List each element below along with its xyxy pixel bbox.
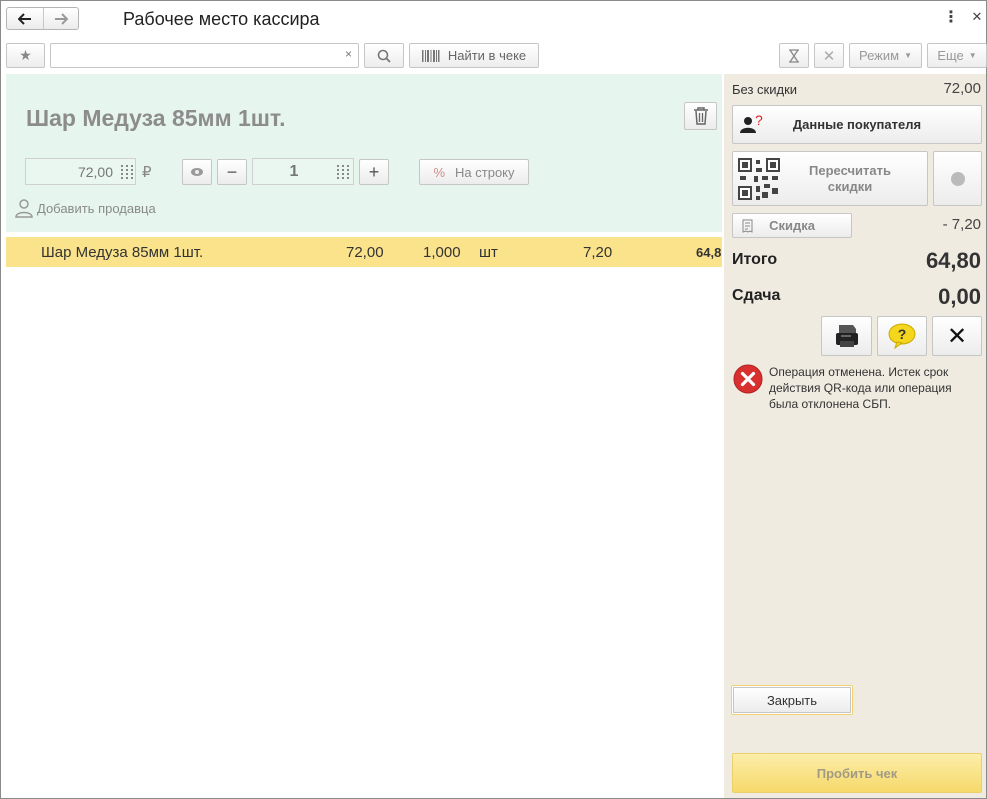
help-button[interactable]: ? — [877, 316, 927, 356]
row-discount: 7,20 — [583, 244, 613, 261]
trash-icon — [693, 107, 708, 125]
find-in-receipt-label: Найти в чеке — [447, 48, 527, 63]
close-label: Закрыть — [733, 687, 851, 713]
row-qty: 1,000 — [423, 244, 461, 261]
cross-icon: ✕ — [822, 47, 836, 65]
search-field[interactable]: × — [50, 43, 359, 68]
apply-to-row-label: На строку — [455, 164, 515, 180]
error-message: Операция отменена. Истек срок действия Q… — [769, 365, 952, 411]
discount-label: Скидка — [769, 218, 815, 233]
calculator-icon[interactable] — [118, 163, 136, 181]
plus-icon: + — [368, 161, 380, 182]
hourglass-icon — [789, 48, 799, 63]
punch-receipt-button[interactable]: Пробить чек — [732, 753, 982, 793]
price-value: 72,00 — [77, 163, 113, 180]
title-bar: Рабочее место кассира ⋮ ✕ — [1, 1, 986, 37]
find-in-receipt-button[interactable]: Найти в чеке — [409, 43, 539, 68]
without-discount-label: Без скидки — [732, 82, 798, 97]
print-button[interactable] — [821, 316, 872, 356]
change-label: Сдача — [732, 287, 781, 304]
favorites-button[interactable]: ★ — [6, 43, 45, 68]
punch-receipt-label: Пробить чек — [816, 765, 898, 781]
qr-code-icon — [738, 158, 780, 200]
customer-data-button[interactable]: ? Данные покупателя — [732, 105, 982, 144]
total-label: Итого — [732, 251, 778, 268]
row-unit: шт — [479, 244, 498, 261]
chevron-down-icon: ▼ — [904, 51, 912, 60]
cancel-receipt-button[interactable]: ✕ — [932, 316, 982, 356]
total-value: 64,80 — [925, 248, 981, 273]
close-x-icon: ✕ — [946, 322, 968, 350]
without-discount-value: 72,00 — [943, 80, 981, 97]
add-seller-link[interactable]: Добавить продавца — [14, 198, 156, 218]
arrow-right-icon — [54, 12, 68, 25]
decrease-qty-button[interactable]: − — [217, 159, 247, 185]
current-item-panel: Шар Медуза 85мм 1шт. 72,00 ₽ − 1 + % На … — [6, 74, 722, 232]
more-vert-icon[interactable]: ⋮ — [943, 10, 959, 26]
hourglass-button[interactable] — [779, 43, 809, 68]
barcode-icon — [421, 49, 440, 62]
forward-button[interactable] — [42, 8, 79, 29]
recalc-discounts-label: Пересчитать скидки — [809, 162, 891, 194]
summary-panel: Без скидки 72,00 ? Данные покупателя Пер… — [724, 74, 986, 798]
star-icon: ★ — [19, 47, 32, 63]
row-price: 72,00 — [346, 244, 384, 261]
increase-qty-button[interactable]: + — [359, 159, 389, 185]
back-button[interactable] — [7, 8, 43, 29]
window-title: Рабочее место кассира — [123, 9, 320, 29]
search-input[interactable] — [51, 44, 331, 67]
eye-icon — [191, 168, 203, 176]
nav-group — [6, 7, 79, 30]
mode-label: Режим — [858, 48, 900, 63]
cancel-button[interactable]: ✕ — [814, 43, 844, 68]
discount-circle-icon — [950, 171, 965, 186]
arrow-left-icon — [17, 12, 31, 25]
table-row[interactable]: Шар Медуза 85мм 1шт. 72,00 1,000 шт 7,20… — [6, 237, 722, 267]
customer-question-icon: ? — [739, 112, 763, 134]
quantity-value: 1 — [289, 162, 299, 180]
calculator-icon[interactable] — [334, 163, 352, 181]
delete-item-button[interactable] — [684, 102, 717, 130]
search-icon — [377, 49, 391, 63]
price-field[interactable]: 72,00 — [25, 158, 136, 185]
close-button[interactable]: Закрыть — [731, 685, 853, 715]
more-label: Еще — [937, 48, 964, 63]
discount-card-button[interactable] — [933, 151, 982, 206]
error-icon — [733, 364, 763, 394]
chevron-down-icon: ▼ — [968, 51, 977, 60]
discount-value: - 7,20 — [942, 216, 981, 233]
help-bubble-icon: ? — [888, 323, 916, 350]
row-name: Шар Медуза 85мм 1шт. — [41, 244, 204, 261]
cashier-window: Рабочее место кассира ⋮ ✕ ★ × Найти в че… — [0, 0, 987, 799]
customer-data-label: Данные покупателя — [792, 117, 922, 132]
minus-icon: − — [226, 161, 238, 182]
printer-icon — [835, 325, 858, 347]
quantity-field[interactable]: 1 — [252, 158, 354, 185]
change-value: 0,00 — [938, 284, 981, 309]
row-sum: 64,8 — [696, 245, 722, 260]
error-message-box: Операция отменена. Истек срок действия Q… — [733, 364, 983, 412]
clear-icon[interactable]: × — [345, 47, 352, 61]
apply-to-row-button[interactable]: % На строку — [419, 159, 529, 185]
person-icon — [15, 199, 33, 218]
more-dropdown[interactable]: Еще ▼ — [927, 43, 987, 68]
recalc-discounts-button[interactable]: Пересчитать скидки — [732, 151, 928, 206]
discount-button[interactable]: Скидка — [732, 213, 852, 238]
window-close-icon[interactable]: ✕ — [971, 10, 983, 24]
svg-text:?: ? — [898, 326, 907, 342]
currency-symbol: ₽ — [142, 164, 152, 181]
show-button[interactable] — [182, 159, 212, 185]
add-seller-label: Добавить продавца — [37, 200, 156, 216]
item-name: Шар Медуза 85мм 1шт. — [26, 105, 286, 131]
search-button[interactable] — [364, 43, 404, 68]
mode-dropdown[interactable]: Режим ▼ — [849, 43, 922, 68]
percent-icon: % — [433, 164, 446, 180]
receipt-icon — [742, 219, 753, 233]
